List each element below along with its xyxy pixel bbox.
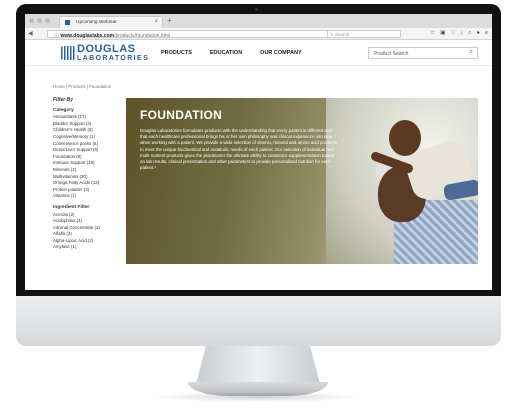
maximize-window-button[interactable]	[45, 18, 50, 23]
clipboard-icon[interactable]: ▣	[440, 30, 445, 36]
ingredient-item[interactable]: Alpha-Lipoic Acid (2)	[53, 238, 123, 245]
back-button[interactable]: ◀	[28, 30, 33, 37]
category-item[interactable]: Detox/Liver Support (6)	[53, 147, 123, 154]
window-controls	[29, 18, 50, 23]
douglas-labs-logo[interactable]: DOUGLAS LABORATORIES	[61, 43, 149, 63]
page-title: FOUNDATION	[140, 108, 223, 122]
category-item[interactable]: Cognitive/Memory (1)	[53, 134, 123, 141]
account-icon[interactable]: ●	[476, 30, 479, 36]
category-item[interactable]: Foundation (8)	[53, 154, 123, 161]
category-item[interactable]: Multivitamins (30)	[53, 174, 123, 181]
browser-tab[interactable]: Upcoming Webinar ×	[59, 16, 163, 28]
ingredient-item[interactable]: Adrenal Concentrate (1)	[53, 225, 123, 232]
category-item[interactable]: Immune Support (19)	[53, 160, 123, 167]
ingredient-filter-title: Ingredient Filter	[53, 204, 90, 210]
nav-products[interactable]: PRODUCTS	[161, 50, 192, 56]
logo-mark-icon	[61, 46, 75, 60]
imac-mockup: Upcoming Webinar × + ◀ ⓘ www.douglaslabs…	[0, 0, 515, 414]
site-header: DOUGLAS LABORATORIES PRODUCTS EDUCATION …	[25, 40, 492, 66]
breadcrumb[interactable]: Home | Products | Foundation	[53, 84, 111, 89]
browser-tab-bar: Upcoming Webinar × +	[25, 14, 492, 28]
url-path: /products/foundation.html	[114, 33, 171, 39]
ingredient-item[interactable]: Acidophilus (4)	[53, 218, 123, 225]
browser-nav-bar: ◀ ⓘ www.douglaslabs.com/products/foundat…	[25, 28, 492, 40]
home-icon[interactable]: ⌂	[468, 30, 471, 36]
screen: Upcoming Webinar × + ◀ ⓘ www.douglaslabs…	[25, 14, 492, 290]
star-icon[interactable]: ☆	[430, 30, 435, 36]
nav-education[interactable]: EDUCATION	[210, 50, 242, 56]
url-domain: www.douglaslabs.com	[60, 33, 115, 39]
filter-sidebar: Filter By Category Antioxidants (17) Bla…	[53, 97, 123, 251]
menu-icon[interactable]: ≡	[485, 30, 488, 36]
monitor-stand	[196, 346, 320, 384]
hero-photo-boy-face	[389, 120, 421, 156]
main-nav: PRODUCTS EDUCATION OUR COMPANY	[161, 50, 302, 56]
category-item[interactable]: Protein powder (3)	[53, 187, 123, 194]
filter-title: Filter By	[53, 97, 74, 103]
category-item[interactable]: Bladder Support (4)	[53, 121, 123, 128]
category-item[interactable]: Convenience packs (5)	[53, 141, 123, 148]
category-item[interactable]: Antioxidants (17)	[53, 114, 123, 121]
category-item[interactable]: Omega Fatty Acids (12)	[53, 180, 123, 187]
new-tab-button[interactable]: +	[167, 16, 172, 25]
favicon-icon	[65, 20, 70, 25]
search-icon[interactable]: ⌕	[470, 49, 473, 56]
minimize-window-button[interactable]	[37, 18, 42, 23]
tab-close-icon[interactable]: ×	[154, 19, 158, 25]
tab-title: Upcoming Webinar	[76, 20, 117, 25]
category-title: Category	[53, 107, 74, 113]
ingredient-item[interactable]: Acerola (2)	[53, 212, 123, 219]
browser-search-input[interactable]: ⌕ Search	[327, 30, 401, 38]
logo-wordmark-top: DOUGLAS	[77, 43, 136, 55]
browser-search-placeholder: Search	[334, 32, 350, 37]
download-icon[interactable]: ↓	[460, 30, 463, 36]
logo-wordmark-bottom: LABORATORIES	[77, 55, 150, 62]
product-search-placeholder: Product Search	[374, 51, 409, 57]
ingredient-item[interactable]: Alfalfa (3)	[53, 231, 123, 238]
product-search-input[interactable]: Product Search ⌕	[368, 47, 478, 59]
foundation-hero-banner: FOUNDATION Douglas Laboratories formulat…	[126, 98, 478, 264]
hero-description: Douglas Laboratories formulates products…	[140, 128, 337, 171]
monitor-chin	[16, 296, 501, 346]
close-window-button[interactable]	[29, 18, 34, 23]
browser-toolbar: ☆ ▣ ♡ ↓ ⌂ ● ≡	[430, 30, 488, 36]
category-item[interactable]: Vitamins (1)	[53, 193, 123, 200]
category-list: Antioxidants (17) Bladder Support (4) Ch…	[53, 114, 123, 200]
pocket-icon[interactable]: ♡	[450, 30, 455, 36]
webcam	[255, 8, 258, 11]
category-item[interactable]: Minerals (2)	[53, 167, 123, 174]
category-item[interactable]: Children's Health (8)	[53, 127, 123, 134]
ingredient-list: Acerola (2) Acidophilus (4) Adrenal Conc…	[53, 212, 123, 252]
hero-text: FOUNDATION Douglas Laboratories formulat…	[140, 108, 340, 171]
nav-our-company[interactable]: OUR COMPANY	[260, 50, 301, 56]
stand-shadow	[150, 392, 366, 402]
address-bar[interactable]: ⓘ www.douglaslabs.com/products/foundatio…	[47, 30, 343, 39]
ingredient-item[interactable]: Amylase (1)	[53, 244, 123, 251]
